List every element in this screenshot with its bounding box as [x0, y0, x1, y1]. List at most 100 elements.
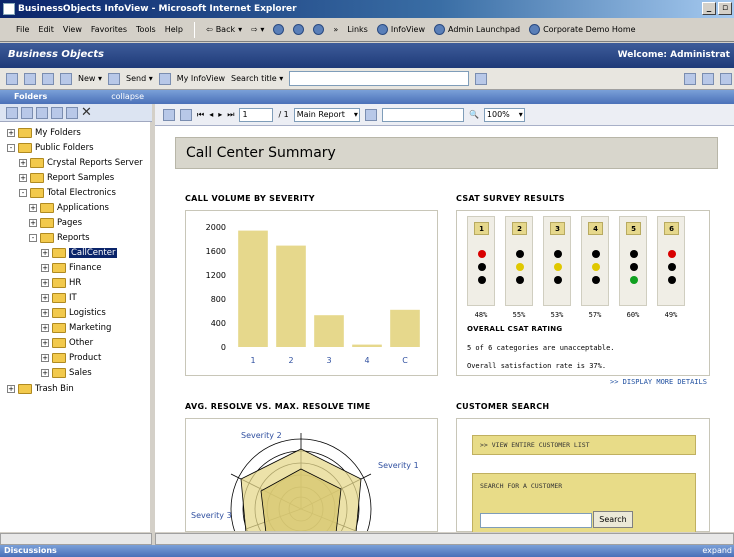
tree-node[interactable]: - Total Electronics	[19, 185, 116, 200]
search-go-icon[interactable]	[475, 72, 488, 85]
home-icon[interactable]	[313, 24, 325, 35]
properties-icon[interactable]	[36, 106, 48, 119]
zoom-select[interactable]: 100%	[483, 107, 525, 122]
view-customer-list-link[interactable]: >> VIEW ENTIRE CUSTOMER LIST	[472, 435, 696, 455]
expand-icon[interactable]: +	[7, 128, 15, 137]
tree-node[interactable]: + My Folders	[7, 125, 81, 140]
expand-icon[interactable]: +	[41, 323, 49, 332]
expand-icon[interactable]: +	[29, 203, 37, 212]
stop-icon[interactable]	[273, 24, 285, 35]
forward-button[interactable]: ⇨ ▾	[251, 25, 264, 34]
folders-horizontal-scrollbar[interactable]	[0, 533, 152, 545]
history-icon[interactable]	[6, 72, 18, 85]
tree-node[interactable]: + Pages	[29, 215, 82, 230]
tree-node[interactable]: + Logistics	[41, 305, 106, 320]
export-icon[interactable]	[180, 108, 192, 121]
chevron-more-icon[interactable]: »	[333, 25, 338, 34]
collapse-icon[interactable]: -	[7, 143, 15, 152]
expand-icon[interactable]: +	[29, 218, 37, 227]
tree-node[interactable]: + Product	[41, 350, 101, 365]
tree-node[interactable]: + Applications	[29, 200, 109, 215]
send-button[interactable]: Send ▾	[126, 74, 153, 83]
tree-node[interactable]: + Trash Bin	[7, 381, 74, 396]
link-corporate-demo-home[interactable]: Corporate Demo Home	[529, 24, 636, 35]
logoff-icon[interactable]	[702, 72, 714, 85]
prev-page-icon[interactable]: ◂	[209, 110, 213, 119]
menu-tools[interactable]: Tools	[136, 25, 156, 34]
menu-help[interactable]: Help	[165, 25, 183, 34]
refresh-icon[interactable]	[293, 24, 305, 35]
menu-edit[interactable]: Edit	[38, 25, 54, 34]
next-page-icon[interactable]: ▸	[218, 110, 222, 119]
expand-link[interactable]: expand	[702, 545, 732, 557]
find-input[interactable]	[381, 107, 464, 122]
myinfoview-icon	[158, 72, 171, 85]
refresh-folder-icon[interactable]	[21, 106, 33, 119]
expand-icon[interactable]: +	[41, 248, 49, 257]
x-tick-label: 4	[364, 356, 369, 365]
expand-icon[interactable]: +	[41, 263, 49, 272]
tree-node[interactable]: + Marketing	[41, 320, 111, 335]
overall-line-1: 5 of 6 categories are unacceptable.	[467, 344, 615, 352]
help-icon[interactable]	[720, 72, 732, 85]
find-icon[interactable]: 🔍	[469, 110, 479, 119]
back-button[interactable]: ⇦ Back ▾	[206, 25, 242, 34]
expand-icon[interactable]: +	[41, 293, 49, 302]
expand-icon[interactable]: +	[7, 384, 15, 393]
collapse-icon[interactable]: -	[29, 233, 37, 242]
report-section-select[interactable]: Main Report	[293, 107, 360, 122]
tree-node[interactable]: + HR	[41, 275, 81, 290]
menu-view[interactable]: View	[63, 25, 82, 34]
y-tick-label: 2000	[206, 223, 226, 232]
maximize-button[interactable]: ▫	[718, 2, 732, 15]
delete-icon[interactable]: ✕	[81, 106, 92, 119]
collapse-link[interactable]: collapse	[111, 90, 144, 104]
expand-icon[interactable]: +	[41, 278, 49, 287]
link-admin-launchpad[interactable]: Admin Launchpad	[433, 24, 520, 35]
collapse-icon[interactable]: -	[19, 188, 27, 197]
page-input[interactable]: 1	[239, 107, 274, 122]
last-page-icon[interactable]: ⏭	[227, 110, 234, 120]
home-icon[interactable]	[24, 72, 36, 85]
minimize-button[interactable]: _	[702, 2, 716, 15]
customer-search-input[interactable]	[480, 513, 592, 528]
tree-node[interactable]: + IT	[41, 290, 77, 305]
menu-favorites[interactable]: Favorites	[91, 25, 127, 34]
print-icon[interactable]	[163, 108, 175, 121]
tree-node[interactable]: + Sales	[41, 365, 92, 380]
search-input[interactable]	[289, 71, 470, 86]
preferences-icon[interactable]	[684, 72, 696, 85]
tree-node[interactable]: + Finance	[41, 260, 102, 275]
refresh-icon[interactable]	[108, 72, 121, 85]
new-folder-icon[interactable]	[51, 106, 63, 119]
expand-icon[interactable]: +	[19, 158, 27, 167]
myinfoview-button[interactable]: My InfoView	[177, 74, 225, 83]
expand-icon[interactable]: +	[41, 338, 49, 347]
search-title-dropdown[interactable]: Search title ▾	[231, 74, 283, 83]
report-horizontal-scrollbar[interactable]	[155, 533, 734, 545]
link-infoview[interactable]: InfoView	[376, 24, 425, 35]
tree-node[interactable]: - Public Folders	[7, 140, 94, 155]
tree-node[interactable]: + Crystal Reports Server	[19, 155, 143, 170]
documents-icon[interactable]	[42, 72, 54, 85]
menu-file[interactable]: File	[16, 25, 29, 34]
tree-node[interactable]: + CallCenter	[41, 245, 118, 260]
tree-node[interactable]: + Report Samples	[19, 170, 114, 185]
ie-icon	[3, 3, 15, 15]
csat-indicator-dot	[630, 263, 638, 271]
copy-icon[interactable]	[66, 106, 78, 119]
customer-search-button[interactable]: Search	[593, 511, 633, 528]
tree-node[interactable]: + Other	[41, 335, 93, 350]
first-page-icon[interactable]: ⏮	[197, 110, 204, 120]
tree-node-label: My Folders	[35, 127, 81, 138]
folder-icon	[52, 292, 66, 303]
tree-node[interactable]: - Reports	[29, 230, 90, 245]
expand-icon[interactable]: +	[41, 308, 49, 317]
new-button[interactable]: New ▾	[78, 74, 102, 83]
refresh-report-icon[interactable]	[364, 108, 377, 121]
expand-icon[interactable]: +	[41, 368, 49, 377]
expand-icon[interactable]: +	[41, 353, 49, 362]
display-more-details-link[interactable]: >> DISPLAY MORE DETAILS	[610, 378, 707, 386]
expand-icon[interactable]: +	[19, 173, 27, 182]
up-folder-icon[interactable]	[6, 106, 18, 119]
